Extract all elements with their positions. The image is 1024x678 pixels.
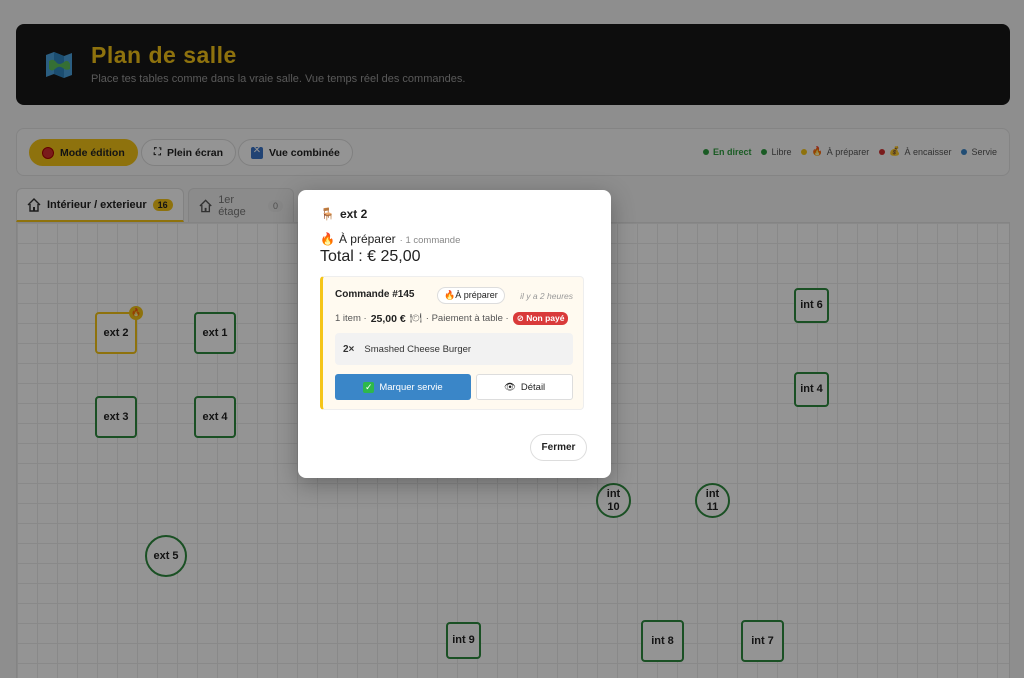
table-detail-modal: 🪑 ext 2 🔥 À préparer · 1 commande Total … bbox=[298, 190, 611, 478]
modal-title: 🪑 ext 2 bbox=[320, 207, 368, 221]
order-time: il y a 2 heures bbox=[520, 291, 573, 301]
line-quantity: 2× bbox=[343, 343, 355, 355]
order-card: Commande #145 🔥À préparer il y a 2 heure… bbox=[320, 276, 584, 410]
line-name: Smashed Cheese Burger bbox=[364, 343, 472, 355]
unpaid-badge: ⊘ Non payé bbox=[512, 312, 569, 325]
order-price: 25,00 € bbox=[370, 312, 406, 325]
mark-served-button[interactable]: ✓ Marquer servie bbox=[335, 374, 471, 400]
order-number: Commande #145 bbox=[335, 289, 415, 300]
status-label: À préparer bbox=[338, 232, 396, 246]
detail-button[interactable]: 👁 Détail bbox=[476, 374, 573, 400]
chair-icon: 🪑 bbox=[320, 207, 335, 221]
modal-status: 🔥 À préparer · 1 commande bbox=[320, 232, 460, 246]
order-info: 1 item · 25,00 € 🍽 · Paiement à table · … bbox=[335, 312, 569, 325]
table-pay-icon: 🍽 bbox=[409, 313, 422, 324]
order-count: · 1 commande bbox=[399, 235, 461, 246]
eye-icon: 👁 bbox=[503, 381, 516, 393]
check-icon: ✓ bbox=[363, 381, 375, 393]
order-status-chip: 🔥À préparer bbox=[437, 287, 505, 304]
flame-icon: 🔥 bbox=[444, 290, 456, 300]
order-line-item: 2× Smashed Cheese Burger bbox=[335, 333, 573, 365]
close-button[interactable]: Fermer bbox=[530, 434, 587, 461]
flame-icon: 🔥 bbox=[320, 232, 335, 246]
modal-total: Total : € 25,00 bbox=[320, 248, 421, 265]
